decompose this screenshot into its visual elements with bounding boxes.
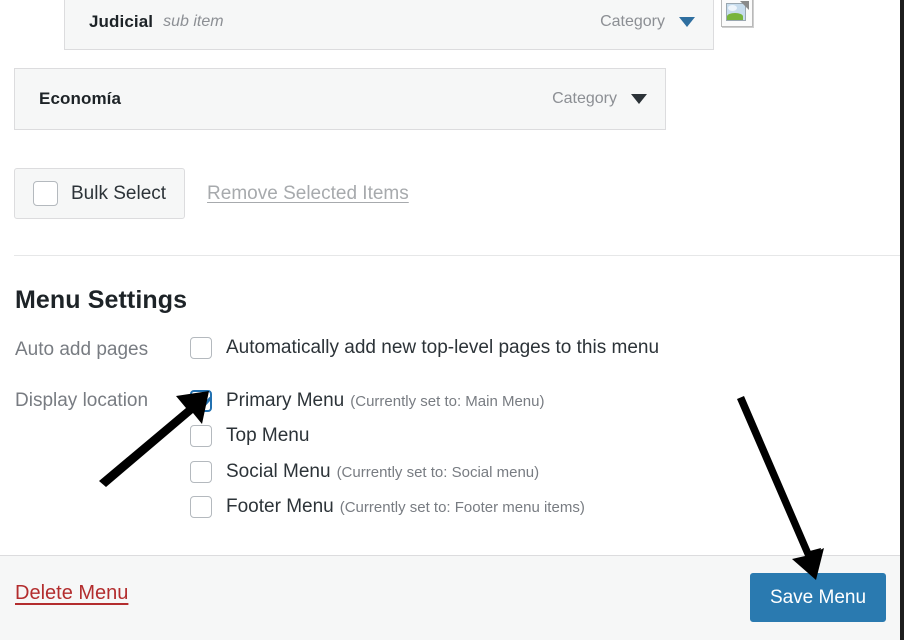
- menu-item-row-economia[interactable]: Economía Category: [14, 68, 666, 130]
- remove-selected-items-link[interactable]: Remove Selected Items: [207, 183, 409, 205]
- panel-right-edge: [900, 0, 904, 640]
- auto-add-pages-option-label: Automatically add new top-level pages to…: [226, 337, 660, 358]
- menu-item-row-judicial[interactable]: Judicial sub item Category: [64, 0, 753, 50]
- social-menu-note: (Currently set to: Social menu): [336, 464, 540, 481]
- bulk-actions: Bulk Select Remove Selected Items: [14, 168, 409, 219]
- bulk-select-label: Bulk Select: [71, 182, 167, 204]
- broken-image-icon: [721, 0, 753, 27]
- menu-item-title: Economía: [39, 89, 122, 108]
- chevron-down-icon[interactable]: [679, 17, 695, 27]
- chevron-down-icon[interactable]: [631, 94, 647, 104]
- primary-menu-label: Primary Menu: [226, 390, 345, 411]
- display-location-option-social-menu[interactable]: Social Menu (Currently set to: Social men…: [190, 461, 539, 483]
- option-text: Footer Menu (Currently set to: Footer men…: [226, 496, 585, 518]
- auto-add-pages-option[interactable]: Automatically add new top-level pages to…: [190, 337, 659, 359]
- bulk-select-button[interactable]: Bulk Select: [14, 168, 186, 219]
- menu-item-meta: Category: [600, 13, 695, 31]
- delete-menu-link[interactable]: Delete Menu: [15, 582, 128, 605]
- footer-menu-note: (Currently set to: Footer menu items): [339, 499, 585, 516]
- menu-item-type: Category: [552, 90, 617, 107]
- display-location-option-primary-menu[interactable]: Primary Menu (Currently set to: Main Menu…: [190, 390, 544, 412]
- display-location-label: Display location: [15, 390, 149, 411]
- display-location-option-top-menu[interactable]: Top Menu: [190, 425, 315, 447]
- option-text: Social Menu (Currently set to: Social men…: [226, 461, 539, 483]
- footer-menu-checkbox[interactable]: [190, 496, 212, 518]
- top-menu-label: Top Menu: [226, 425, 310, 446]
- auto-add-pages-label: Auto add pages: [15, 339, 149, 360]
- primary-menu-note: (Currently set to: Main Menu): [350, 393, 545, 410]
- menu-item-sub-label: sub item: [163, 13, 224, 30]
- top-menu-checkbox[interactable]: [190, 425, 212, 447]
- option-text: Primary Menu (Currently set to: Main Menu…: [226, 390, 544, 412]
- option-text: Top Menu: [226, 425, 315, 447]
- section-divider: [14, 255, 900, 256]
- auto-add-pages-checkbox[interactable]: [190, 337, 212, 359]
- menu-editor-panel: Judicial sub item Category Economía Cate…: [0, 0, 900, 640]
- display-location-option-footer-menu[interactable]: Footer Menu (Currently set to: Footer men…: [190, 496, 585, 518]
- social-menu-label: Social Menu: [226, 461, 331, 482]
- save-menu-button[interactable]: Save Menu: [750, 573, 886, 622]
- social-menu-checkbox[interactable]: [190, 461, 212, 483]
- menu-item-type: Category: [600, 13, 665, 30]
- primary-menu-checkbox[interactable]: [190, 390, 212, 412]
- footer-menu-label: Footer Menu: [226, 496, 334, 517]
- bulk-select-checkbox[interactable]: [33, 181, 58, 206]
- menu-settings-heading: Menu Settings: [15, 286, 188, 314]
- menu-item-title: Judicial: [89, 12, 154, 31]
- menu-item-meta: Category: [552, 90, 647, 108]
